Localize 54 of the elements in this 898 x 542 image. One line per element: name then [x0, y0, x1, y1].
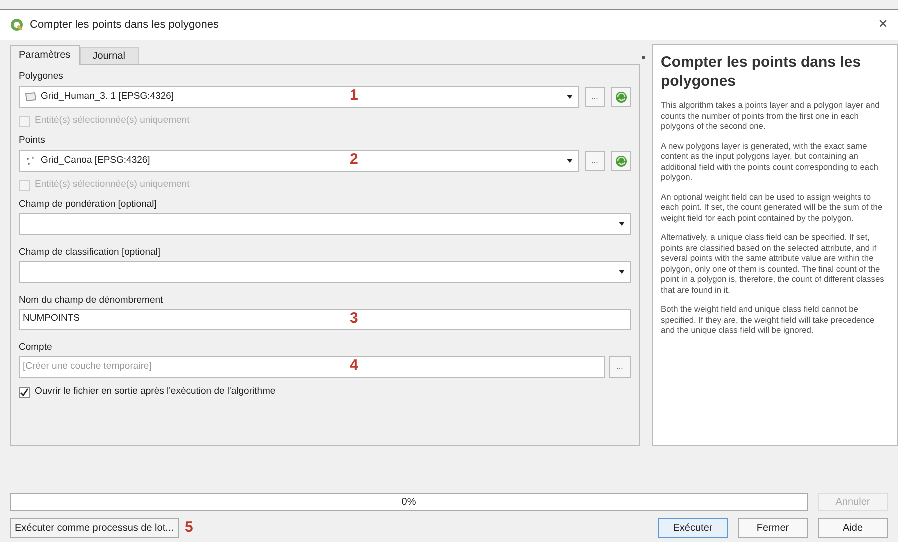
tab[interactable]: Paramètres — [10, 45, 80, 65]
close-button[interactable]: × — [878, 17, 888, 33]
polygon-layer-icon — [25, 92, 37, 102]
field-label: Nom du champ de dénombrement — [19, 294, 164, 308]
checkbox[interactable] — [19, 386, 30, 398]
help-paragraph: A new polygons layer is generated, with the exact same content as the input polygons layer, but containing an additional field with the points count corresponding to each polygon. — [661, 140, 880, 182]
checkbox-label: Ouvrir le fichier en sortie après l'exécution de l'algorithme — [35, 384, 276, 399]
batch-button[interactable]: Exécuter comme processus de lot... — [10, 518, 179, 538]
tab[interactable]: Journal — [80, 47, 138, 64]
layer-dropdown[interactable]: Grid_Canoa [EPSG:4326] 2 — [19, 150, 579, 172]
annotation-number: 3 — [350, 309, 358, 329]
field-value: NUMPOINTS — [23, 312, 80, 326]
window-title: Compter les points dans les polygones — [30, 18, 219, 33]
dropdown-caret-icon — [619, 270, 625, 274]
dialog-button[interactable]: Exécuter — [658, 518, 728, 538]
annotation-number: 4 — [350, 356, 358, 376]
progress-text: 0% — [400, 496, 418, 510]
app-logo-icon — [10, 18, 24, 32]
annotation-number: 5 — [184, 518, 194, 538]
dialog-button[interactable]: Aide — [818, 518, 888, 538]
iterate-button[interactable] — [611, 151, 631, 171]
arrows-icon — [614, 90, 628, 104]
dropdown-value: Grid_Canoa [EPSG:4326] — [41, 154, 150, 168]
field-label: Champ de pondération [optional] — [19, 198, 158, 212]
dropdown-caret-icon — [567, 95, 573, 99]
field-label: Polygones — [19, 70, 64, 84]
browse-button[interactable]: ... — [585, 151, 605, 171]
help-paragraph: Both the weight field and unique class field cannot be specified. If they are, the weight field will take precedence and the unique class field will be ignored. — [661, 304, 876, 336]
help-paragraph: An optional weight field can be used to assign weights to each point. If set, the count generated will be the sum of the weight field for each point contained by the polygon. — [661, 192, 884, 223]
dropdown[interactable] — [19, 213, 631, 235]
dropdown[interactable] — [19, 261, 631, 283]
checkbox-label: Entité(s) sélectionnée(s) uniquement — [35, 178, 190, 192]
dropdown-value: Grid_Human_3. 1 [EPSG:4326] — [41, 90, 174, 104]
dropdown-caret-icon — [619, 222, 625, 226]
field-label: Compte — [19, 341, 54, 355]
field-label: Points — [19, 134, 46, 148]
dropdown-caret-icon — [567, 159, 573, 163]
layer-dropdown[interactable]: Grid_Human_3. 1 [EPSG:4326] 1 — [19, 86, 579, 108]
help-title: Compter les points dans les polygones — [661, 53, 862, 91]
browse-button[interactable]: ... — [609, 356, 631, 378]
text-field[interactable]: NUMPOINTS 3 — [19, 309, 631, 330]
annotation-number: 1 — [350, 86, 358, 106]
iterate-button[interactable] — [611, 87, 631, 107]
field-placeholder: [Créer une couche temporaire] — [23, 360, 152, 374]
point-layer-icon — [25, 156, 37, 166]
checkbox-label: Entité(s) sélectionnée(s) uniquement — [35, 114, 190, 128]
arrows-icon — [614, 154, 628, 168]
help-paragraph: Alternatively, a unique class field can be specified. If set, points are classified based on the selected attribute, and if several points with the same attribute value are within the polygon, only one of them is counted. The final count of the point in a polygon is, therefore, the count of different classes that are found in it. — [661, 232, 886, 295]
field-label: Champ de classification [optional] — [19, 246, 162, 260]
browse-button[interactable]: ... — [585, 87, 605, 107]
dialog-button[interactable]: Fermer — [738, 518, 808, 538]
annotation-number: 2 — [350, 150, 358, 170]
help-paragraph: This algorithm takes a points layer and a polygon layer and counts the number of points from the first one in each polygons of the second one. — [661, 100, 881, 132]
output-field[interactable]: [Créer une couche temporaire] 4 — [19, 356, 605, 378]
